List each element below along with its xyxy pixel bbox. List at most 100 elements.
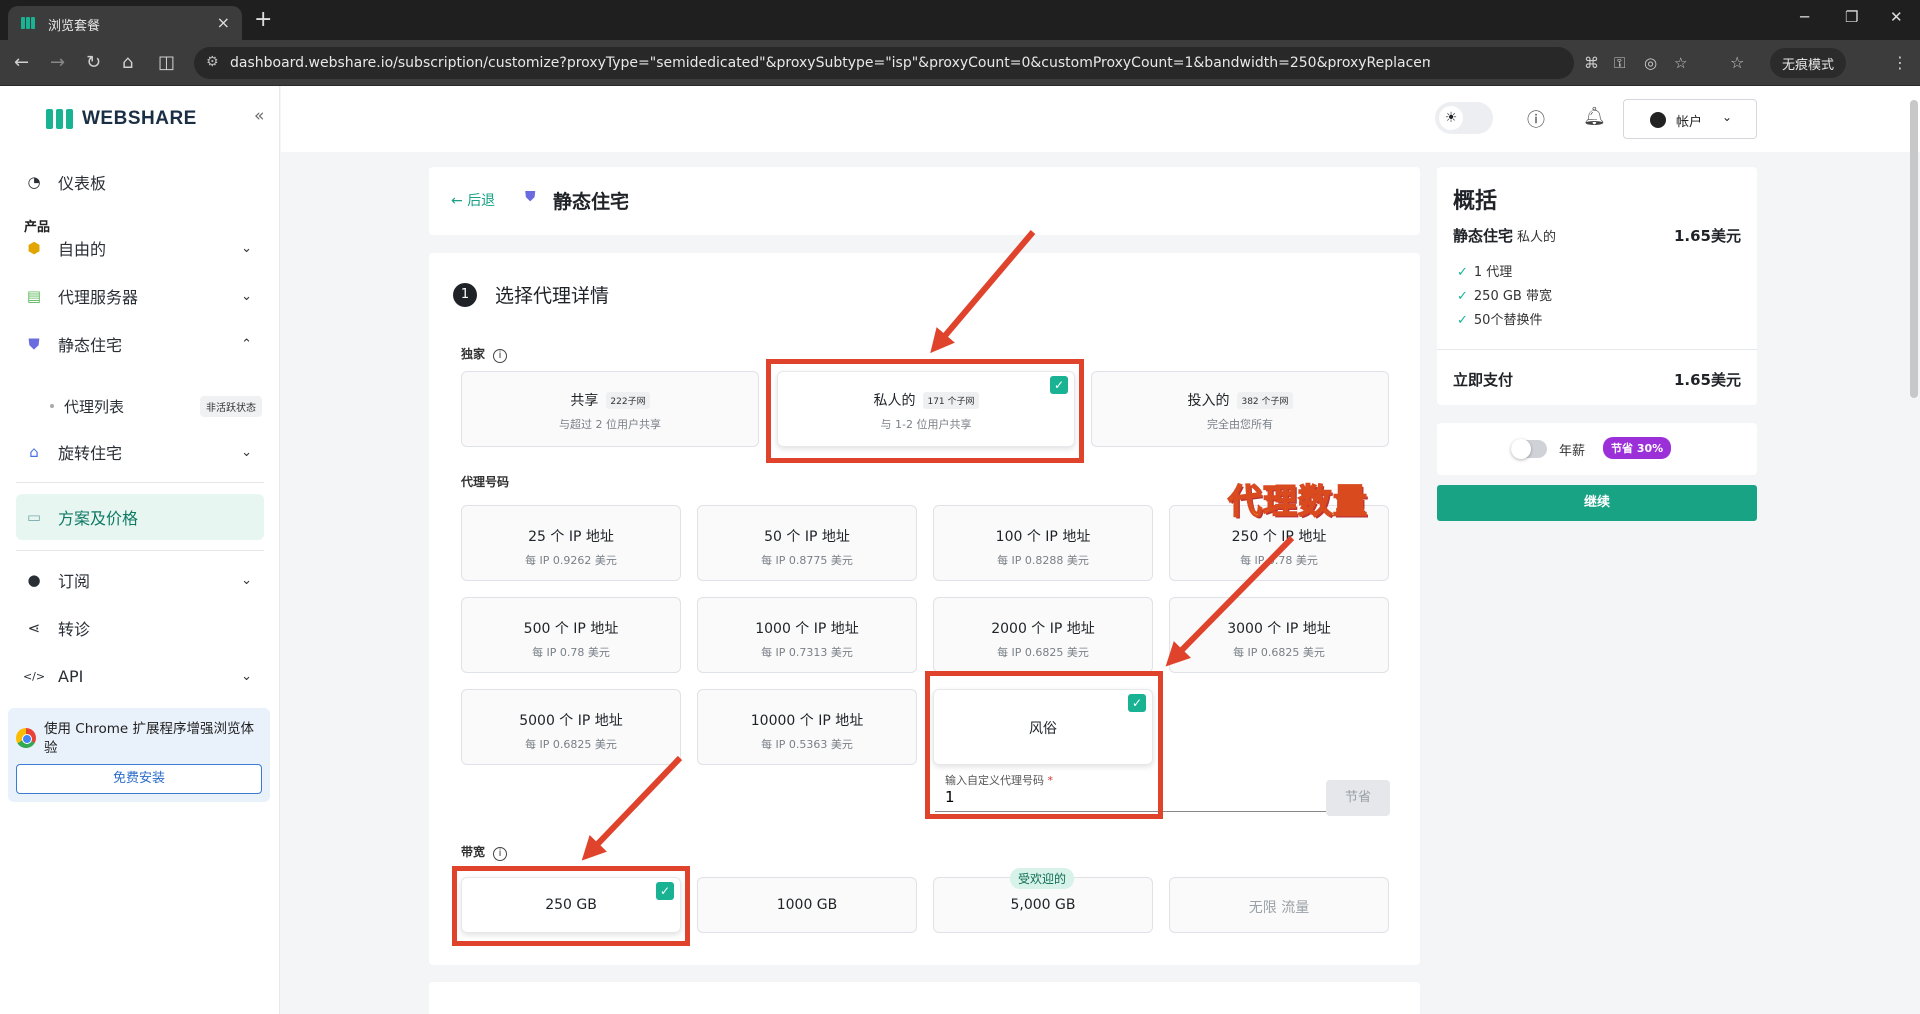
discount-badge: 节省 30% xyxy=(1603,437,1672,459)
info-icon[interactable]: i xyxy=(493,349,508,363)
brand-name: WEBSHARE xyxy=(82,108,197,129)
sidebar-item-label: 订阅 xyxy=(58,572,91,591)
restore-icon[interactable]: ❐ xyxy=(1845,8,1858,26)
key-icon[interactable]: ⚿ xyxy=(1614,54,1625,72)
option-title: 共享 xyxy=(570,393,599,409)
annual-label: 年薪 xyxy=(1559,444,1586,459)
chevron-down-icon: ⌄ xyxy=(241,288,252,304)
server-icon: ▤ xyxy=(26,287,42,305)
credit-card-icon: ▭ xyxy=(26,508,42,526)
highlight-box-custom xyxy=(925,671,1163,819)
close-tab-icon[interactable]: × xyxy=(217,13,230,32)
exclusivity-option-dedicated[interactable]: 投入的 382 个子网 完全由您所有 xyxy=(1091,371,1389,447)
promo-text: 使用 Chrome 扩展程序增强浏览体验 xyxy=(44,721,255,756)
proxy-option[interactable]: 10000 个 IP 地址 每 IP 0.5363 美元 xyxy=(697,689,917,765)
menu-kebab-icon[interactable]: ⋮ xyxy=(1892,53,1908,72)
minimize-icon[interactable]: ─ xyxy=(1800,8,1809,26)
divider xyxy=(16,550,264,551)
sidebar-item-static-residential[interactable]: ⛊ 静态住宅 ⌃ xyxy=(16,324,264,364)
annual-billing-toggle[interactable] xyxy=(1511,439,1547,459)
bookmark-star-icon[interactable]: ☆ xyxy=(1674,54,1687,72)
status-badge: 非活跃状态 xyxy=(200,396,262,417)
sidebar-item-dashboard[interactable]: ◔ 仪表板 xyxy=(16,162,264,202)
bandwidth-option[interactable]: 1000 GB xyxy=(697,877,917,933)
proxy-option[interactable]: 1000 个 IP 地址 每 IP 0.7313 美元 xyxy=(697,597,917,673)
proxy-option[interactable]: 2000 个 IP 地址 每 IP 0.6825 美元 xyxy=(933,597,1153,673)
check-icon: ✓ xyxy=(1457,289,1468,304)
subnet-badge: 222子网 xyxy=(606,392,650,409)
split-view-icon[interactable]: ◫ xyxy=(158,52,175,73)
account-menu-button[interactable]: 帐户 ⌄ xyxy=(1623,99,1757,139)
proxy-option[interactable]: 3000 个 IP 地址 每 IP 0.6825 美元 xyxy=(1169,597,1389,673)
help-icon[interactable]: ⓘ xyxy=(1527,106,1545,132)
collapse-sidebar-icon[interactable]: « xyxy=(254,106,264,126)
summary-title: 概括 xyxy=(1453,189,1498,214)
option-subtitle: 每 IP 0.6825 美元 xyxy=(997,646,1089,659)
summary-product: 静态住宅 私人的 xyxy=(1453,225,1556,246)
site-info-icon[interactable]: ⚙ xyxy=(206,54,219,70)
user-icon: ● xyxy=(27,571,41,589)
back-link[interactable]: ← 后退 xyxy=(451,190,495,210)
bandwidth-option-unlimited[interactable]: 无限 流量 xyxy=(1169,877,1389,933)
sidebar-item-label: 代理列表 xyxy=(64,397,125,416)
sidebar-item-free[interactable]: ⬢ 自由的 ⌄ xyxy=(16,228,264,268)
install-extension-button[interactable]: 免费安装 xyxy=(16,764,262,794)
sun-icon: ☀ xyxy=(1439,106,1463,130)
browser-tab[interactable]: 浏览套餐 × xyxy=(8,6,242,40)
sidebar-subitem-proxy-list[interactable]: 代理列表 非活跃状态 xyxy=(50,392,262,420)
proxy-option[interactable]: 5000 个 IP 地址 每 IP 0.6825 美元 xyxy=(461,689,681,765)
bookmarks-icon[interactable]: ☆ xyxy=(1730,53,1744,72)
proxy-count-label: 代理号码 xyxy=(461,475,510,489)
sidebar-item-referral[interactable]: ⋖ 转诊 xyxy=(16,608,264,648)
translate-icon[interactable]: ⌘ xyxy=(1584,54,1599,72)
sidebar-item-label: API xyxy=(58,666,84,686)
sidebar-item-subscription[interactable]: ● 订阅 ⌄ xyxy=(16,560,264,600)
option-subtitle: 完全由您所有 xyxy=(1207,418,1273,431)
billing-period-card: 年薪 节省 30% xyxy=(1437,423,1757,475)
bullet-dot xyxy=(50,404,54,408)
chevron-up-icon: ⌃ xyxy=(241,336,252,352)
shield-icon: ⛊ xyxy=(28,335,40,353)
back-arrow-icon[interactable]: ← xyxy=(14,52,29,73)
webshare-logo-icon xyxy=(46,109,74,129)
product-name: 静态住宅 xyxy=(1453,227,1514,245)
eye-off-icon[interactable]: ◎ xyxy=(1644,54,1657,72)
url-text[interactable]: dashboard.webshare.io/subscription/custo… xyxy=(230,55,1430,71)
url-omnibox[interactable]: ⚙ dashboard.webshare.io/subscription/cus… xyxy=(194,47,1687,79)
bell-icon[interactable]: 🔔︎ xyxy=(1583,106,1606,127)
proxy-option[interactable]: 25 个 IP 地址 每 IP 0.9262 美元 xyxy=(461,505,681,581)
info-icon[interactable]: i xyxy=(493,847,508,861)
forward-arrow-icon[interactable]: → xyxy=(50,52,65,73)
save-button[interactable]: 节省 xyxy=(1326,780,1390,816)
option-subtitle: 每 IP 0.78 美元 xyxy=(1240,554,1318,567)
home-icon[interactable]: ⌂ xyxy=(122,52,133,73)
chrome-extension-promo: 使用 Chrome 扩展程序增强浏览体验 免费安装 xyxy=(8,708,270,802)
option-subtitle: 与超过 2 位用户共享 xyxy=(559,418,661,431)
avatar-icon xyxy=(1650,112,1666,128)
page-scrollbar[interactable] xyxy=(1910,100,1918,398)
proxy-option[interactable]: 100 个 IP 地址 每 IP 0.8288 美元 xyxy=(933,505,1153,581)
proxy-option[interactable]: 50 个 IP 地址 每 IP 0.8775 美元 xyxy=(697,505,917,581)
sidebar-item-label: 方案及价格 xyxy=(58,509,139,528)
tab-title: 浏览套餐 xyxy=(48,19,101,34)
option-title: 1000 GB xyxy=(776,897,838,913)
sidebar-item-proxy-server[interactable]: ▤ 代理服务器 ⌄ xyxy=(16,276,264,316)
webshare-tab-icon xyxy=(21,17,35,29)
close-window-icon[interactable]: ✕ xyxy=(1890,8,1903,26)
sidebar-item-api[interactable]: </> API ⌄ xyxy=(16,656,264,696)
bandwidth-option[interactable]: 受欢迎的 5,000 GB xyxy=(933,868,1153,933)
incognito-indicator[interactable]: 无痕模式 xyxy=(1770,48,1847,78)
continue-button[interactable]: 继续 xyxy=(1437,485,1757,521)
sidebar: WEBSHARE « ◔ 仪表板 产品 ⬢ 自由的 ⌄ ▤ 代理服务器 ⌄ ⛊ … xyxy=(0,86,280,1014)
sidebar-item-rotating-residential[interactable]: ⌂ 旋转住宅 ⌄ xyxy=(16,432,264,472)
proxy-option[interactable]: 500 个 IP 地址 每 IP 0.78 美元 xyxy=(461,597,681,673)
highlight-box-bandwidth xyxy=(452,866,690,946)
theme-toggle[interactable]: ☀ xyxy=(1435,102,1493,134)
reload-icon[interactable]: ↻ xyxy=(86,52,101,73)
option-subtitle: 每 IP 0.8775 美元 xyxy=(761,554,853,567)
step-number: 1 xyxy=(453,283,477,307)
new-tab-icon[interactable]: + xyxy=(254,7,272,32)
sidebar-item-plans-pricing[interactable]: ▭ 方案及价格 xyxy=(16,494,264,540)
exclusivity-option-shared[interactable]: 共享 222子网 与超过 2 位用户共享 xyxy=(461,371,759,447)
brand-logo[interactable]: WEBSHARE xyxy=(46,108,197,130)
